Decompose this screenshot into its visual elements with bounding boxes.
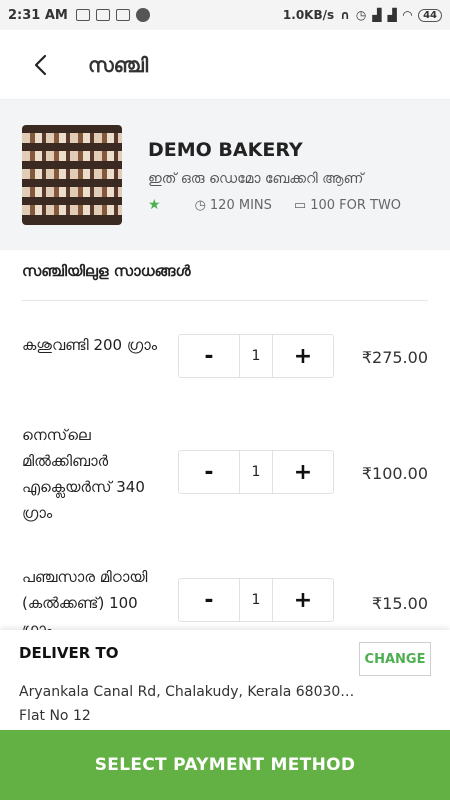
increase-button[interactable]: + xyxy=(273,451,333,493)
item-name: നെസ്‌ലെ മിൽക്കിബാർ എക്ലെയർസ് 340 ഗ്രാം xyxy=(22,426,145,522)
restaurant-info: DEMO BAKERY ഇത് ഒരു ഡെമോ ബേക്കറി ആണ് ★ ◷… xyxy=(148,137,423,213)
change-address-button[interactable]: CHANGE xyxy=(359,642,431,676)
quantity-stepper: - 1 + xyxy=(178,578,334,622)
item-price: ₹275.00 xyxy=(361,348,428,367)
restaurant-meta: ★ ◷ 120 MINS ▭ 100 FOR TWO xyxy=(148,197,423,213)
quantity-value: 1 xyxy=(239,451,273,493)
decrease-button[interactable]: - xyxy=(179,335,239,377)
gmail-icon xyxy=(95,9,110,21)
increase-button[interactable]: + xyxy=(273,579,333,621)
app-header: സഞ്ചി xyxy=(0,30,450,100)
increase-button[interactable]: + xyxy=(273,335,333,377)
gallery-icon xyxy=(75,9,90,21)
quantity-stepper: - 1 + xyxy=(178,450,334,494)
page-title: സഞ്ചി xyxy=(88,52,149,77)
notification-icons xyxy=(75,8,150,22)
signal-icon: ▟ xyxy=(387,8,397,22)
item-name: കശുവണ്ടി 200 ഗ്രാം xyxy=(22,336,157,354)
battery-indicator: 44 xyxy=(418,8,442,22)
restaurant-card: DEMO BAKERY ഇത് ഒരു ഡെമോ ബേക്കറി ആണ് ★ ◷… xyxy=(0,100,450,250)
select-payment-button[interactable]: SELECT PAYMENT METHOD xyxy=(0,730,450,800)
divider xyxy=(22,300,428,301)
cost-for-two: ▭ 100 FOR TWO xyxy=(294,198,401,213)
quantity-stepper: - 1 + xyxy=(178,334,334,378)
quantity-value: 1 xyxy=(239,335,273,377)
cost-for-two-text: 100 FOR TWO xyxy=(310,197,402,213)
chevron-left-icon xyxy=(34,54,47,75)
phone-icon xyxy=(135,8,150,22)
restaurant-description: ഇത് ഒരു ഡെമോ ബേക്കറി ആണ് xyxy=(148,171,364,187)
net-speed: 1.0KB/s xyxy=(282,8,335,22)
system-icons: 1.0KB/s ∩ ◷ ▟ ▟ ◠ 44 xyxy=(283,8,442,22)
cart-heading: സഞ്ചിയിലുള സാധങ്ങൾ xyxy=(22,262,191,280)
delivery-time: ◷ 120 MINS xyxy=(195,198,272,213)
restaurant-image xyxy=(22,125,122,225)
delivery-time-text: 120 MINS xyxy=(209,197,272,213)
signal-icon: ▟ xyxy=(372,8,382,22)
delivery-panel: DELIVER TO CHANGE Aryankala Canal Rd, Ch… xyxy=(0,630,450,730)
clock-icon: ◷ xyxy=(194,197,206,213)
address-line-1: Aryankala Canal Rd, Chalakudy, Kerala 68… xyxy=(19,684,355,700)
address-line-2: Flat No 12 xyxy=(19,708,91,724)
alarm-icon: ◷ xyxy=(355,8,367,22)
back-button[interactable] xyxy=(10,35,70,95)
quantity-value: 1 xyxy=(239,579,273,621)
decrease-button[interactable]: - xyxy=(179,451,239,493)
status-time: 2:31 AM xyxy=(8,7,68,23)
restaurant-name: DEMO BAKERY xyxy=(148,139,303,161)
deliver-to-label: DELIVER TO xyxy=(19,644,119,662)
wallet-icon: ▭ xyxy=(293,197,307,213)
item-price: ₹100.00 xyxy=(361,464,428,483)
item-price: ₹15.00 xyxy=(372,594,428,613)
star-icon: ★ xyxy=(148,197,161,213)
wifi-icon: ◠ xyxy=(402,8,413,22)
gmail-icon xyxy=(115,9,130,21)
decrease-button[interactable]: - xyxy=(179,579,239,621)
headphones-icon: ∩ xyxy=(340,8,350,22)
status-bar: 2:31 AM 1.0KB/s ∩ ◷ ▟ ▟ ◠ 44 xyxy=(0,0,450,30)
